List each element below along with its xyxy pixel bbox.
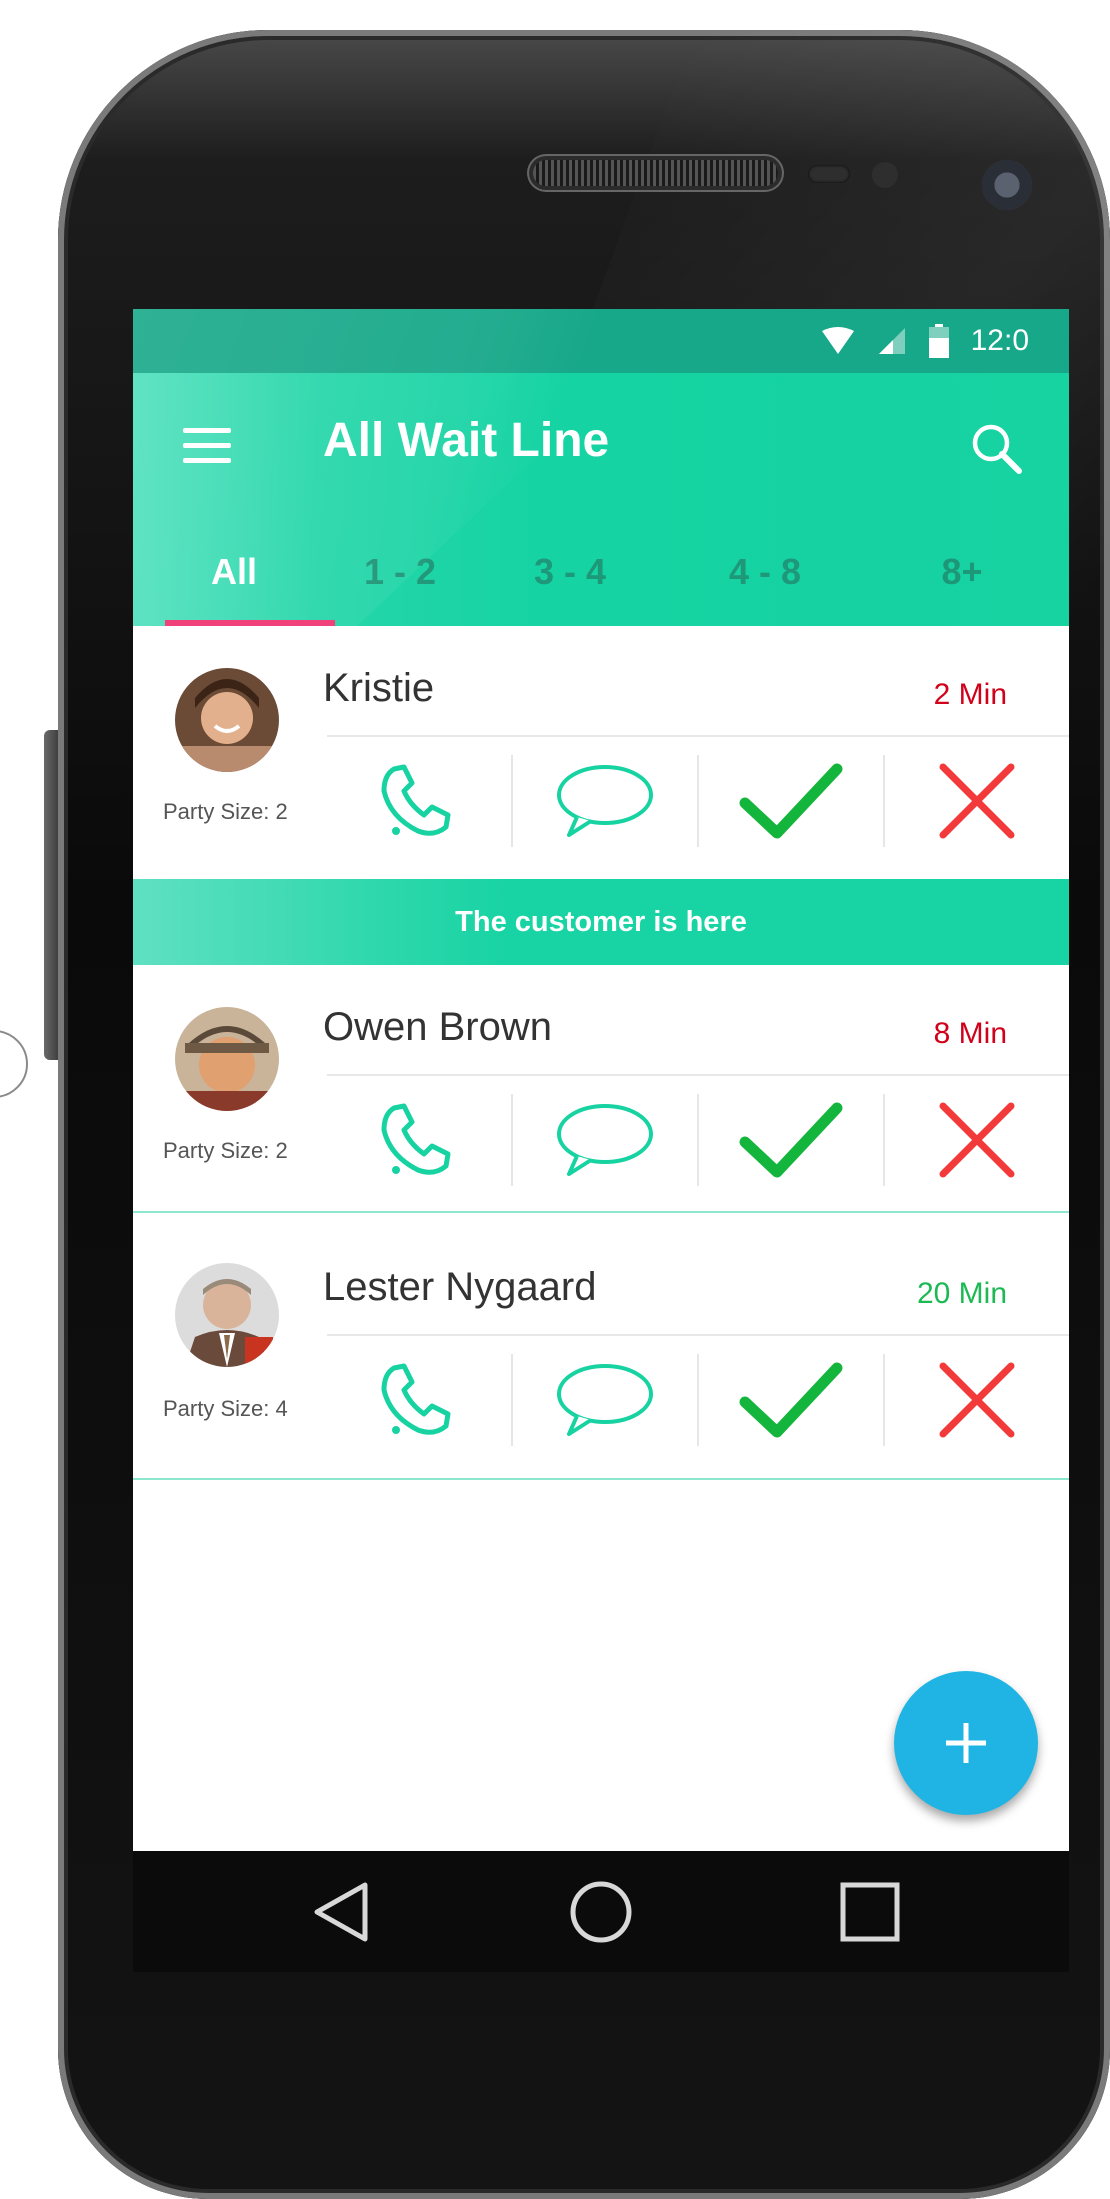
chat-bubble-icon bbox=[557, 1104, 653, 1176]
customer-name: Kristie bbox=[323, 666, 435, 710]
front-camera bbox=[982, 160, 1032, 210]
call-button[interactable] bbox=[327, 751, 511, 851]
phone-sensor-dot bbox=[872, 162, 898, 188]
list-item[interactable]: Party Size: 2 Owen Brown 8 Min bbox=[133, 965, 1069, 1213]
phone-speaker bbox=[533, 160, 778, 186]
tab-all[interactable]: All bbox=[133, 518, 335, 626]
system-nav-bar bbox=[133, 1851, 1069, 1972]
remove-button[interactable] bbox=[885, 1350, 1069, 1450]
message-button[interactable] bbox=[513, 1090, 697, 1190]
list-item[interactable]: Party Size: 4 Lester Nygaard 20 Min bbox=[133, 1213, 1069, 1480]
phone-icon bbox=[381, 1103, 451, 1175]
customer-name: Lester Nygaard bbox=[323, 1265, 597, 1309]
avatar bbox=[175, 668, 279, 772]
check-icon bbox=[739, 763, 843, 839]
close-icon bbox=[939, 1362, 1015, 1438]
row-actions bbox=[327, 1350, 1069, 1450]
home-icon[interactable] bbox=[568, 1879, 634, 1945]
cell-signal-icon bbox=[878, 328, 905, 354]
tab-1-2[interactable]: 1 - 2 bbox=[335, 518, 465, 626]
page-title: All Wait Line bbox=[323, 414, 610, 467]
app-bar: All Wait Line All 1 - 2 3 - 4 4 - 8 8+ bbox=[133, 309, 1069, 626]
avatar bbox=[175, 1263, 279, 1367]
confirm-button[interactable] bbox=[699, 1350, 883, 1450]
tab-8-plus[interactable]: 8+ bbox=[855, 518, 1069, 626]
tab-bar: All 1 - 2 3 - 4 4 - 8 8+ bbox=[133, 518, 1069, 626]
check-icon bbox=[739, 1102, 843, 1178]
party-size: Party Size: 4 bbox=[163, 1396, 288, 1421]
wait-time: 2 Min bbox=[933, 678, 1007, 711]
divider bbox=[327, 1334, 1069, 1336]
confirm-button[interactable] bbox=[699, 1090, 883, 1190]
party-size: Party Size: 2 bbox=[163, 1138, 288, 1163]
divider bbox=[327, 1074, 1069, 1076]
wait-time: 20 Min bbox=[916, 1277, 1007, 1310]
close-icon bbox=[939, 1102, 1015, 1178]
message-button[interactable] bbox=[513, 751, 697, 851]
banner-text: The customer is here bbox=[455, 905, 747, 938]
call-button[interactable] bbox=[327, 1350, 511, 1450]
remove-button[interactable] bbox=[885, 751, 1069, 851]
avatar bbox=[175, 1007, 279, 1111]
divider bbox=[327, 735, 1069, 737]
plus-icon bbox=[946, 1723, 986, 1763]
customer-name: Owen Brown bbox=[323, 1005, 552, 1049]
message-button[interactable] bbox=[513, 1350, 697, 1450]
app-screen: 12:0 All Wait Line All 1 - 2 3 - 4 4 - 8… bbox=[133, 309, 1069, 1972]
party-size: Party Size: 2 bbox=[163, 799, 288, 824]
recents-icon[interactable] bbox=[837, 1879, 903, 1945]
back-icon[interactable] bbox=[309, 1879, 375, 1945]
status-time: 12:0 bbox=[970, 324, 1029, 357]
hamburger-menu-icon[interactable] bbox=[183, 428, 231, 464]
row-actions bbox=[327, 1090, 1069, 1190]
tab-3-4[interactable]: 3 - 4 bbox=[465, 518, 675, 626]
row-actions bbox=[327, 751, 1069, 851]
tab-4-8[interactable]: 4 - 8 bbox=[675, 518, 855, 626]
phone-sensor bbox=[808, 165, 850, 183]
wifi-icon bbox=[821, 327, 854, 354]
battery-icon bbox=[928, 324, 949, 358]
call-button[interactable] bbox=[327, 1090, 511, 1190]
check-icon bbox=[739, 1362, 843, 1438]
chat-bubble-icon bbox=[557, 1364, 653, 1436]
phone-icon bbox=[381, 1363, 451, 1435]
customer-here-banner: The customer is here bbox=[133, 879, 1069, 965]
chat-bubble-icon bbox=[557, 765, 653, 837]
close-icon bbox=[939, 763, 1015, 839]
remove-button[interactable] bbox=[885, 1090, 1069, 1190]
side-ring bbox=[0, 1030, 28, 1098]
wait-time: 8 Min bbox=[933, 1017, 1007, 1050]
list-item[interactable]: Party Size: 2 Kristie 2 Min bbox=[133, 626, 1069, 879]
confirm-button[interactable] bbox=[699, 751, 883, 851]
add-customer-button[interactable] bbox=[894, 1671, 1038, 1815]
search-icon[interactable] bbox=[969, 421, 1025, 477]
phone-icon bbox=[381, 764, 451, 836]
